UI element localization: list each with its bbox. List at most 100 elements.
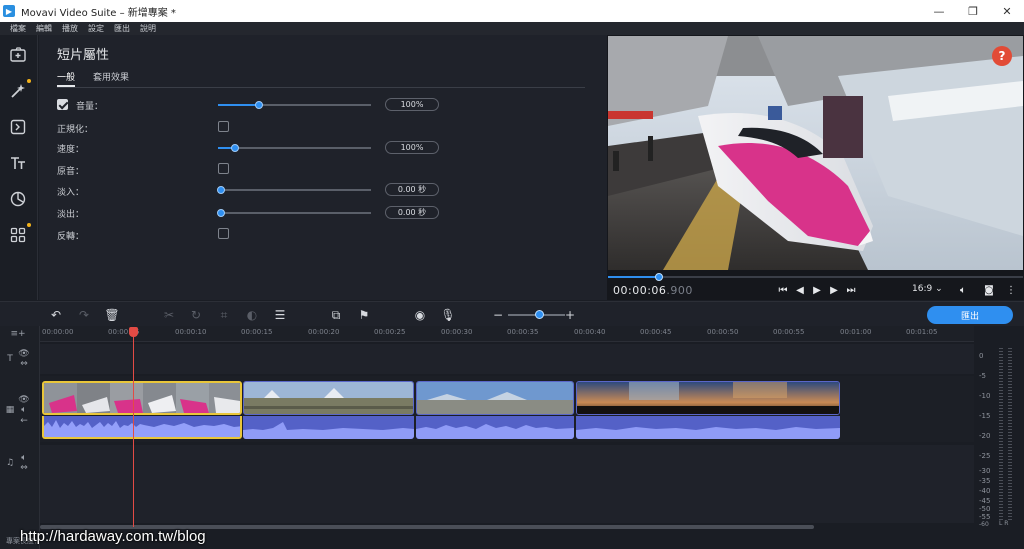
speed-slider[interactable] [218, 144, 371, 152]
menu-settings[interactable]: 設定 [88, 23, 104, 34]
webcam-record-icon[interactable]: ◉ [412, 307, 428, 323]
video-clip-field[interactable] [243, 381, 414, 415]
marker-flag-icon[interactable]: ⚑ [356, 307, 372, 323]
fade-out-slider-knob[interactable] [217, 209, 225, 217]
split-screen-icon[interactable]: ⧉ [328, 307, 344, 323]
maximize-button[interactable]: ❐ [956, 0, 990, 22]
help-button[interactable]: ? [992, 46, 1012, 66]
export-button[interactable]: 匯出 [927, 306, 1013, 324]
meter-label: -60 [979, 521, 989, 528]
color-adjust-icon[interactable]: ◐ [244, 307, 260, 323]
microphone-icon[interactable]: 🎙︎ [440, 307, 456, 323]
cut-icon[interactable]: ✂ [161, 307, 177, 323]
tool-sidebar [0, 35, 38, 300]
skip-to-end-icon[interactable]: ⏭ [844, 284, 858, 296]
ruler-tick: 00:00:40 [574, 328, 606, 336]
audio-waveform [44, 420, 240, 437]
speed-value[interactable]: 100% [385, 141, 439, 154]
menu-help[interactable]: 說明 [140, 23, 156, 34]
title-track[interactable] [40, 344, 974, 374]
snapshot-camera-icon[interactable]: ◙ [982, 284, 996, 296]
magic-wand-icon[interactable] [6, 79, 31, 103]
ruler-tick: 00:00:10 [175, 328, 207, 336]
speed-slider-knob[interactable] [231, 144, 239, 152]
volume-value[interactable]: 100% [385, 98, 439, 111]
undo-icon[interactable]: ↶ [48, 307, 64, 323]
notification-dot [27, 79, 31, 83]
volume-slider[interactable] [218, 101, 371, 109]
audio-clip-landscape[interactable] [416, 416, 574, 439]
next-frame-icon[interactable]: ▶︎ [827, 284, 841, 296]
playhead-line[interactable] [133, 327, 134, 527]
aspect-ratio-select[interactable]: 16:9 ⌄ [912, 284, 943, 294]
rotate-icon[interactable]: ↻ [188, 307, 204, 323]
video-clip-sunset[interactable] [576, 381, 840, 415]
music-track[interactable] [40, 445, 974, 523]
link-icon[interactable]: ⇔ [18, 358, 30, 370]
more-tools-icon[interactable] [6, 223, 31, 247]
fade-in-slider-knob[interactable] [217, 186, 225, 194]
playback-progress-bar[interactable] [608, 273, 1023, 281]
volume-checkbox[interactable] [57, 99, 68, 110]
ruler-tick: 00:00:55 [773, 328, 805, 336]
reverse-checkbox[interactable] [218, 228, 229, 239]
meter-label: -15 [979, 412, 991, 420]
audio-clip-field[interactable] [243, 416, 414, 439]
video-clip-train[interactable] [42, 381, 242, 415]
clip-properties-icon[interactable]: ☰ [272, 307, 288, 323]
zoom-in-icon[interactable]: + [562, 307, 578, 323]
timecode-display: 00:00:06.900 [613, 284, 693, 297]
previous-frame-icon[interactable]: ◀︎ [793, 284, 807, 296]
tab-effects[interactable]: 套用效果 [93, 70, 129, 83]
delete-icon[interactable]: 🗑︎ [104, 307, 120, 323]
menu-play[interactable]: 播放 [62, 23, 78, 34]
original-sound-checkbox[interactable] [218, 163, 229, 174]
link-icon[interactable]: ← [18, 415, 30, 427]
minimize-button[interactable]: — [922, 0, 956, 22]
skip-to-start-icon[interactable]: ⏮ [776, 284, 790, 296]
time-ruler[interactable]: 00:00:00 00:00:05 00:00:10 00:00:15 00:0… [40, 326, 974, 342]
menu-edit[interactable]: 編輯 [36, 23, 52, 34]
video-clip-landscape[interactable] [416, 381, 574, 415]
fade-in-value[interactable]: 0.00 秒 [385, 183, 439, 196]
timeline-toolbar: ↶ ↷ 🗑︎ ✂ ↻ ⌗ ◐ ☰ ⧉ ⚑ ◉ 🎙︎ − + 匯出 [0, 301, 1024, 326]
import-media-icon[interactable] [6, 43, 30, 67]
link-icon[interactable]: ⇔ [18, 462, 30, 474]
redo-icon[interactable]: ↷ [76, 307, 92, 323]
progress-fill [608, 276, 658, 278]
video-preview[interactable]: ? [608, 36, 1023, 270]
audio-clip-sunset[interactable] [576, 416, 840, 439]
menu-export[interactable]: 匯出 [114, 23, 130, 34]
titles-icon[interactable] [6, 151, 30, 175]
ruler-tick: 00:00:25 [374, 328, 406, 336]
progress-knob[interactable] [655, 273, 663, 281]
clip-thumbnails [577, 382, 839, 414]
volume-icon[interactable]: 🔈︎ [956, 284, 970, 296]
play-icon[interactable]: ▶ [810, 284, 824, 296]
fade-in-label: 淡入： [57, 188, 85, 198]
audio-clip-train[interactable] [42, 416, 242, 439]
volume-label: 音量： [76, 102, 104, 112]
zoom-out-icon[interactable]: − [490, 307, 506, 323]
meter-label: -55 [979, 513, 991, 521]
normalize-checkbox[interactable] [218, 121, 229, 132]
tab-general[interactable]: 一般 [57, 70, 75, 83]
menu-file[interactable]: 檔案 [10, 23, 26, 34]
fade-in-slider[interactable] [217, 186, 371, 194]
fade-out-value[interactable]: 0.00 秒 [385, 206, 439, 219]
more-options-icon[interactable]: ⋮ [1004, 284, 1018, 296]
add-track-icon[interactable]: ≡+ [10, 328, 25, 340]
audio-waveform [243, 422, 414, 439]
meter-label: -20 [979, 432, 991, 440]
crop-icon[interactable]: ⌗ [216, 307, 232, 323]
playhead-handle[interactable] [129, 327, 138, 337]
clip-properties-panel: 短片屬性 一般 套用效果 音量： 100% 正規化： 速度： 100% 原音： … [39, 35, 607, 300]
close-button[interactable]: ✕ [990, 0, 1024, 22]
volume-slider-knob[interactable] [255, 101, 263, 109]
transitions-icon[interactable] [6, 115, 30, 139]
fade-out-slider[interactable] [217, 209, 371, 217]
zoom-slider-knob[interactable] [535, 310, 544, 319]
timecode-main: 00:00:06 [613, 284, 667, 297]
stickers-icon[interactable] [6, 187, 30, 211]
ruler-tick: 00:01:05 [906, 328, 938, 336]
